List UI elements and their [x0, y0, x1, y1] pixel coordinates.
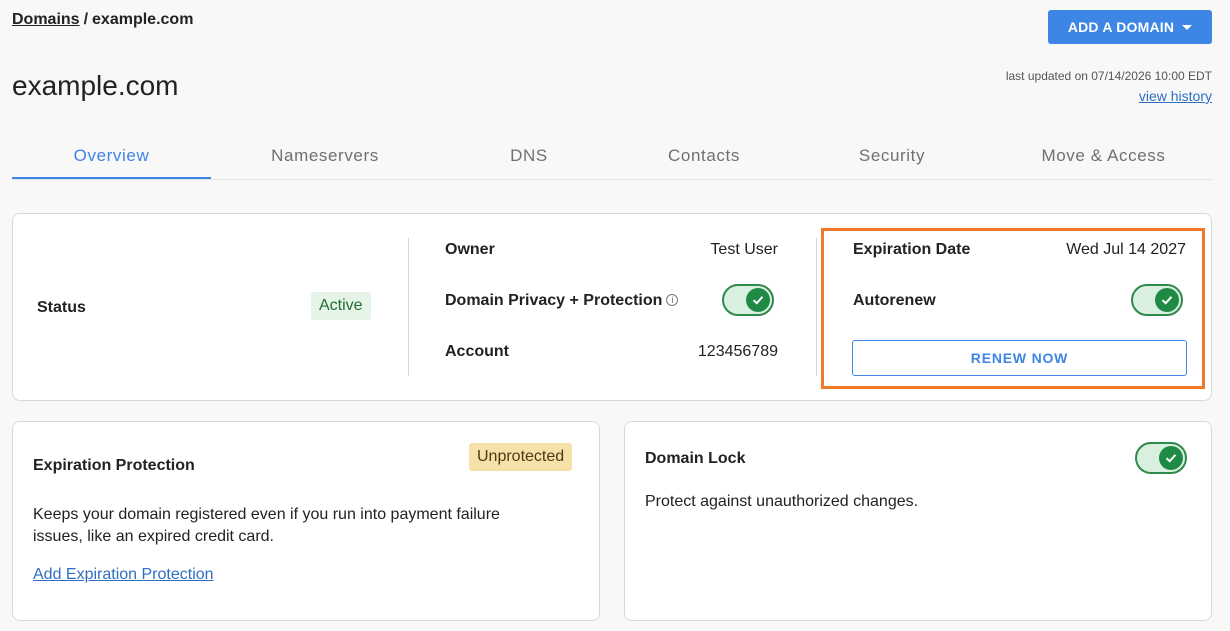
- tab-overview[interactable]: Overview: [12, 134, 211, 179]
- expiration-protection-title: Expiration Protection: [33, 457, 195, 474]
- expiration-protection-description: Keeps your domain registered even if you…: [33, 506, 500, 545]
- last-updated-text: last updated on 07/14/2026 10:00 EDT: [1005, 69, 1212, 83]
- add-domain-button[interactable]: ADD A DOMAIN: [1048, 10, 1212, 44]
- domain-lock-toggle[interactable]: [1135, 442, 1187, 474]
- chevron-down-icon: [1182, 24, 1193, 30]
- unprotected-badge: Unprotected: [469, 443, 573, 471]
- divider: [816, 238, 817, 376]
- last-updated: last updated on 07/14/2026 10:00 EDT vie…: [1006, 69, 1212, 104]
- renew-now-button[interactable]: RENEW NOW: [852, 340, 1187, 376]
- tab-bar: Overview Nameservers DNS Contacts Securi…: [12, 134, 1212, 180]
- check-icon: [1159, 446, 1183, 470]
- domain-lock-card: Domain Lock Protect against unauthorized…: [624, 421, 1212, 621]
- domain-lock-title: Domain Lock: [645, 450, 746, 467]
- expiration-protection-card: Expiration Protection Unprotected Keeps …: [12, 421, 600, 621]
- breadcrumb-domains-link[interactable]: Domains: [12, 11, 80, 28]
- page-title: example.com: [12, 70, 179, 101]
- info-icon[interactable]: i: [666, 294, 679, 306]
- breadcrumb-separator: /: [83, 11, 89, 28]
- privacy-label: Domain Privacy + Protection i: [445, 292, 679, 310]
- tab-nameservers[interactable]: Nameservers: [211, 134, 439, 179]
- breadcrumb-current: example.com: [92, 11, 194, 28]
- tab-security[interactable]: Security: [789, 134, 995, 179]
- privacy-toggle[interactable]: [722, 284, 774, 316]
- domain-lock-description: Protect against unauthorized changes.: [645, 493, 919, 510]
- tab-dns[interactable]: DNS: [439, 134, 619, 179]
- breadcrumb: Domains / example.com: [12, 11, 193, 29]
- account-label: Account: [445, 343, 509, 360]
- owner-label: Owner: [445, 241, 495, 258]
- add-domain-label: ADD A DOMAIN: [1067, 19, 1175, 35]
- privacy-label-text: Domain Privacy + Protection: [445, 292, 663, 309]
- account-value: 123456789: [697, 343, 778, 360]
- owner-value: Test User: [710, 241, 778, 258]
- check-icon: [746, 288, 770, 312]
- status-badge: Active: [311, 292, 371, 320]
- add-expiration-protection-link[interactable]: Add Expiration Protection: [33, 566, 214, 584]
- view-history-link[interactable]: view history: [1006, 88, 1212, 104]
- tab-move-access[interactable]: Move & Access: [995, 134, 1212, 179]
- divider: [408, 238, 409, 376]
- tab-contacts[interactable]: Contacts: [619, 134, 789, 179]
- status-label: Status: [37, 299, 86, 316]
